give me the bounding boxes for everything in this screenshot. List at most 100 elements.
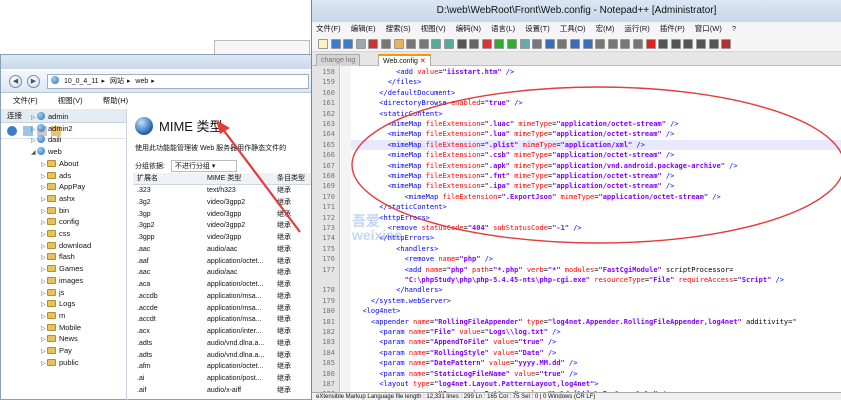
- tree-item[interactable]: ▷ Games: [41, 263, 83, 275]
- npp-menu-item[interactable]: 运行(R): [624, 24, 649, 33]
- toolbar-icon[interactable]: [582, 39, 593, 49]
- code-line[interactable]: </defaultDocument>: [354, 88, 455, 98]
- toolbar-icon[interactable]: [368, 39, 379, 49]
- tree-item[interactable]: ▷ images: [41, 275, 83, 287]
- toolbar-icon[interactable]: [696, 39, 706, 49]
- tree-item[interactable]: ▷ News: [41, 333, 78, 345]
- toolbar-icon[interactable]: [343, 39, 354, 49]
- code-line[interactable]: <mimeMap fileExtension=".lua" mimeType="…: [354, 129, 675, 139]
- tree-item[interactable]: ◢ web: [31, 146, 62, 158]
- tree-item[interactable]: ▷ config: [41, 216, 79, 228]
- toolbar-icon[interactable]: [544, 39, 555, 49]
- toolbar-icon[interactable]: [620, 39, 631, 49]
- code-line[interactable]: <remove name="php" />: [354, 254, 494, 264]
- npp-menu-item[interactable]: 工具(O): [560, 24, 586, 33]
- tree-item[interactable]: ▷ ashx: [41, 193, 75, 205]
- menu-view[interactable]: 视图(V): [58, 96, 83, 105]
- table-row[interactable]: .aca application/octet... 继承: [133, 279, 311, 291]
- toolbar-icon[interactable]: [418, 39, 429, 49]
- table-row[interactable]: .aaf application/octet... 继承: [133, 256, 311, 268]
- code-line[interactable]: <handlers>: [354, 244, 438, 254]
- npp-menu-item[interactable]: 设置(T): [525, 24, 550, 33]
- toolbar-icon[interactable]: [381, 39, 391, 49]
- tab-web-config[interactable]: Web.config ✕: [378, 54, 431, 66]
- npp-menu-item[interactable]: 宏(M): [596, 24, 615, 33]
- connect-icon[interactable]: [7, 126, 17, 136]
- code-line[interactable]: <directoryBrowse enabled="true" />: [354, 98, 522, 108]
- npp-menu-item[interactable]: 搜索(S): [386, 24, 411, 33]
- toolbar-icon[interactable]: [708, 39, 719, 49]
- toolbar-icon[interactable]: [532, 39, 543, 49]
- tree-item[interactable]: ▷ Mobile: [41, 322, 81, 334]
- table-row[interactable]: .adts audio/vnd.dlna.a... 继承: [133, 338, 311, 350]
- column-mime-type[interactable]: MIME 类型: [207, 173, 241, 185]
- table-row[interactable]: .3gpp video/3gpp 继承: [133, 232, 311, 244]
- address-segment[interactable]: 10_0_4_11: [64, 78, 99, 85]
- npp-menu-item[interactable]: 窗口(W): [695, 24, 722, 33]
- code-line[interactable]: <log4net>: [354, 306, 400, 316]
- table-row[interactable]: .adts audio/vnd.dlna.a... 继承: [133, 350, 311, 362]
- table-row[interactable]: .aac audio/aac 继承: [133, 267, 311, 279]
- code-line[interactable]: </files>: [354, 77, 422, 87]
- toolbar-icon[interactable]: [721, 39, 732, 49]
- toolbar-icon[interactable]: [645, 39, 656, 49]
- npp-menu-item[interactable]: 视图(V): [421, 24, 446, 33]
- table-row[interactable]: .3gp2 video/3gpp2 继承: [133, 220, 311, 232]
- toolbar-icon[interactable]: [355, 39, 366, 49]
- toolbar-icon[interactable]: [557, 39, 568, 49]
- table-row[interactable]: .323 text/h323 继承: [133, 185, 311, 197]
- tab-change-log[interactable]: change log: [316, 54, 361, 66]
- code-line[interactable]: <mimeMap fileExtension=".ExportJson" mim…: [354, 192, 721, 202]
- npp-menu-item[interactable]: 编辑(E): [351, 24, 376, 33]
- code-line[interactable]: <add name="php" path="*.php" verb="*" mo…: [354, 265, 734, 275]
- code-line[interactable]: <mimeMap fileExtension=".luac" mimeType=…: [354, 119, 679, 129]
- tree-item[interactable]: ▷ Logs: [41, 298, 75, 310]
- code-line[interactable]: <mimeMap fileExtension=".ipa" mimeType="…: [354, 181, 675, 191]
- code-line[interactable]: "C:\phpStudy\php\php-5.4.45-nts\php-cgi.…: [354, 275, 784, 285]
- tree-item[interactable]: ▷ m: [41, 310, 65, 322]
- toolbar-icon[interactable]: [519, 39, 530, 49]
- column-entry-type[interactable]: 条目类型: [277, 173, 305, 185]
- code-line[interactable]: <mimeMap fileExtension=".csb" mimeType="…: [354, 150, 675, 160]
- table-row[interactable]: .acx application/inter... 继承: [133, 326, 311, 338]
- code-line[interactable]: <mimeMap fileExtension=".fnt" mimeType="…: [354, 171, 675, 181]
- toolbar-icon[interactable]: [469, 39, 480, 49]
- close-icon[interactable]: ✕: [420, 58, 426, 65]
- code-line[interactable]: <add value="iisstart.htm" />: [354, 67, 514, 77]
- tree-item[interactable]: ▷ public: [41, 357, 79, 369]
- tree-item[interactable]: ▷ Pay: [41, 345, 72, 357]
- menu-file[interactable]: 文件(F): [13, 96, 38, 105]
- toolbar-icon[interactable]: [658, 39, 669, 49]
- code-line[interactable]: </staticContent>: [354, 202, 446, 212]
- iis-title-bar[interactable]: [1, 55, 311, 69]
- table-row[interactable]: .aac audio/aac 继承: [133, 244, 311, 256]
- toolbar-icon[interactable]: [393, 39, 404, 49]
- code-line[interactable]: <param name="File" value="Logs\\log.txt"…: [354, 327, 560, 337]
- toolbar-icon[interactable]: [570, 39, 580, 49]
- toolbar-icon[interactable]: [444, 39, 454, 49]
- code-line[interactable]: <mimeMap fileExtension=".plist" mimeType…: [354, 140, 645, 150]
- tree-item[interactable]: ▷ download: [41, 240, 91, 252]
- code-line[interactable]: <param name="DatePattern" value="yyyy.MM…: [354, 358, 577, 368]
- tree-item[interactable]: ▷ About: [41, 158, 79, 170]
- toolbar-icon[interactable]: [683, 39, 694, 49]
- table-row[interactable]: .accdt application/msa... 继承: [133, 314, 311, 326]
- code-line[interactable]: <layout type="log4net.Layout.PatternLayo…: [354, 379, 598, 389]
- toolbar-icon[interactable]: [318, 39, 328, 49]
- back-icon[interactable]: ◀: [9, 75, 22, 88]
- column-extension[interactable]: 扩展名: [137, 173, 158, 185]
- tree-item[interactable]: ▷ bin: [41, 205, 69, 217]
- toolbar-icon[interactable]: [633, 39, 643, 49]
- code-line[interactable]: <staticContent>: [354, 109, 442, 119]
- address-segment[interactable]: 网站: [110, 78, 124, 85]
- tree-item[interactable]: ▷ admin: [31, 111, 68, 123]
- address-box[interactable]: 10_0_4_11 ▸ 网站 ▸ web ▸: [47, 74, 309, 89]
- address-segment[interactable]: web: [135, 78, 148, 85]
- table-row[interactable]: .3g2 video/3gpp2 继承: [133, 197, 311, 209]
- toolbar-icon[interactable]: [607, 39, 618, 49]
- code-line[interactable]: <appender name="RollingFileAppender" typ…: [354, 317, 797, 327]
- toolbar-icon[interactable]: [406, 39, 417, 49]
- code-line[interactable]: <param name="StaticLogFileName" value="t…: [354, 369, 577, 379]
- table-row[interactable]: .aif audio/x-aiff 继承: [133, 385, 311, 397]
- tree-item[interactable]: ▷ js: [41, 287, 64, 299]
